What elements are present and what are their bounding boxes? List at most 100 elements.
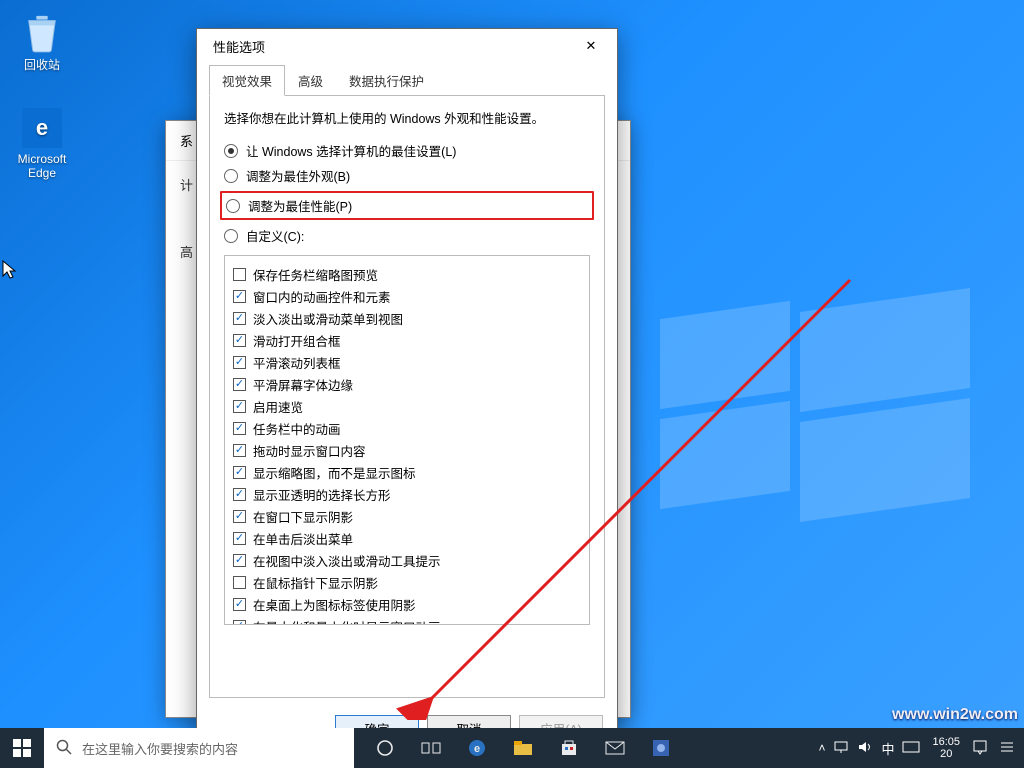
radio-label: 让 Windows 选择计算机的最佳设置(L)	[246, 141, 456, 160]
tab-dep[interactable]: 数据执行保护	[336, 65, 437, 96]
checkbox-item[interactable]: 平滑屏幕字体边缘	[233, 375, 581, 394]
checkbox-icon	[233, 400, 246, 413]
store-icon[interactable]	[558, 737, 580, 759]
keyboard-icon[interactable]	[902, 741, 920, 756]
desktop: 回收站 e Microsoft Edge 系 ✕ 计 高 性能选项 ✕ 视觉效果…	[0, 0, 1024, 768]
radio-custom[interactable]: 自定义(C):	[224, 226, 590, 245]
checkbox-label: 窗口内的动画控件和元素	[253, 287, 391, 306]
checkbox-item[interactable]: 窗口内的动画控件和元素	[233, 287, 581, 306]
dialog-title: 性能选项	[213, 37, 265, 56]
checkbox-item[interactable]: 任务栏中的动画	[233, 419, 581, 438]
checkbox-icon	[233, 598, 246, 611]
network-icon[interactable]	[833, 740, 849, 757]
dialog-description: 选择你想在此计算机上使用的 Windows 外观和性能设置。	[224, 108, 590, 127]
checkbox-item[interactable]: 在窗口下显示阴影	[233, 507, 581, 526]
checkbox-label: 在最大化和最小化时显示窗口动画	[253, 617, 441, 625]
checkbox-item[interactable]: 显示亚透明的选择长方形	[233, 485, 581, 504]
watermark-text: www.win2w.com	[892, 706, 1018, 724]
checkbox-icon	[233, 356, 246, 369]
edge-taskbar-icon[interactable]: e	[466, 737, 488, 759]
checkbox-label: 平滑屏幕字体边缘	[253, 375, 353, 394]
checkbox-item[interactable]: 滑动打开组合框	[233, 331, 581, 350]
bg-title: 系	[180, 131, 193, 150]
checkbox-label: 滑动打开组合框	[253, 331, 341, 350]
checkbox-icon	[233, 510, 246, 523]
checkbox-item[interactable]: 在视图中淡入淡出或滑动工具提示	[233, 551, 581, 570]
app-icon[interactable]	[650, 737, 672, 759]
radio-best-appearance[interactable]: 调整为最佳外观(B)	[224, 166, 590, 185]
cortana-circle-icon[interactable]	[374, 737, 396, 759]
checkbox-icon	[233, 290, 246, 303]
checkbox-item[interactable]: 显示缩略图，而不是显示图标	[233, 463, 581, 482]
taskbar-tray: ˄ 中 16:05 20	[808, 736, 1024, 760]
checkbox-icon	[233, 488, 246, 501]
close-button[interactable]: ✕	[571, 31, 611, 61]
visual-effects-checklist[interactable]: 保存任务栏缩略图预览窗口内的动画控件和元素淡入淡出或滑动菜单到视图滑动打开组合框…	[224, 255, 590, 625]
checkbox-icon	[233, 268, 246, 281]
notification-center-icon[interactable]	[972, 739, 988, 758]
checkbox-icon	[233, 554, 246, 567]
file-explorer-icon[interactable]	[512, 737, 534, 759]
taskbar-search[interactable]: 在这里输入你要搜索的内容	[44, 728, 354, 768]
checkbox-item[interactable]: 保存任务栏缩略图预览	[233, 265, 581, 284]
checkbox-icon	[233, 444, 246, 457]
start-button[interactable]	[0, 728, 44, 768]
checkbox-label: 平滑滚动列表框	[253, 353, 341, 372]
checkbox-label: 启用速览	[253, 397, 303, 416]
checkbox-item[interactable]: 在单击后淡出菜单	[233, 529, 581, 548]
desktop-icon-edge[interactable]: e Microsoft Edge	[8, 108, 76, 180]
radio-best-performance[interactable]: 调整为最佳性能(P)	[220, 191, 594, 220]
taskbar-pinned-apps: e	[364, 728, 682, 768]
checkbox-label: 显示缩略图，而不是显示图标	[253, 463, 416, 482]
checkbox-label: 任务栏中的动画	[253, 419, 341, 438]
checkbox-icon	[233, 576, 246, 589]
checkbox-item[interactable]: 在桌面上为图标标签使用阴影	[233, 595, 581, 614]
radio-let-windows-choose[interactable]: 让 Windows 选择计算机的最佳设置(L)	[224, 141, 590, 160]
taskbar: 在这里输入你要搜索的内容 e ˄ 中 16:05 20	[0, 728, 1024, 768]
radio-label: 自定义(C):	[246, 226, 304, 245]
radio-label: 调整为最佳性能(P)	[248, 196, 352, 215]
checkbox-item[interactable]: 在最大化和最小化时显示窗口动画	[233, 617, 581, 625]
tab-advanced[interactable]: 高级	[285, 65, 336, 96]
wallpaper-windows-logo	[660, 290, 980, 510]
checkbox-icon	[233, 312, 246, 325]
windows-logo-icon	[13, 739, 31, 757]
volume-icon[interactable]	[857, 740, 873, 757]
edge-icon: e	[22, 108, 62, 148]
tab-panel-visual-effects: 选择你想在此计算机上使用的 Windows 外观和性能设置。 让 Windows…	[209, 95, 605, 698]
checkbox-label: 显示亚透明的选择长方形	[253, 485, 391, 504]
cursor-icon	[2, 260, 18, 280]
checkbox-label: 在视图中淡入淡出或滑动工具提示	[253, 551, 441, 570]
checkbox-label: 淡入淡出或滑动菜单到视图	[253, 309, 403, 328]
checkbox-item[interactable]: 平滑滚动列表框	[233, 353, 581, 372]
checkbox-icon	[233, 378, 246, 391]
dialog-tabs: 视觉效果 高级 数据执行保护	[209, 65, 605, 96]
clock-date: 20	[932, 748, 960, 760]
tray-chevron-icon[interactable]: ˄	[818, 741, 825, 755]
svg-text:e: e	[474, 743, 480, 755]
taskbar-clock[interactable]: 16:05 20	[932, 736, 960, 760]
ime-indicator[interactable]: 中	[881, 739, 894, 758]
checkbox-icon	[233, 334, 246, 347]
checkbox-label: 在单击后淡出菜单	[253, 529, 353, 548]
checkbox-item[interactable]: 在鼠标指针下显示阴影	[233, 573, 581, 592]
radio-icon	[224, 144, 238, 158]
checkbox-label: 保存任务栏缩略图预览	[253, 265, 378, 284]
checkbox-item[interactable]: 淡入淡出或滑动菜单到视图	[233, 309, 581, 328]
clock-time: 16:05	[932, 736, 960, 748]
checkbox-item[interactable]: 启用速览	[233, 397, 581, 416]
checkbox-label: 在鼠标指针下显示阴影	[253, 573, 378, 592]
checkbox-label: 在窗口下显示阴影	[253, 507, 353, 526]
desktop-icon-recycle-bin[interactable]: 回收站	[8, 12, 76, 73]
task-view-icon[interactable]	[420, 737, 442, 759]
checkbox-icon	[233, 532, 246, 545]
checkbox-icon	[233, 620, 246, 625]
tab-visual-effects[interactable]: 视觉效果	[209, 65, 285, 96]
checkbox-item[interactable]: 拖动时显示窗口内容	[233, 441, 581, 460]
checkbox-label: 在桌面上为图标标签使用阴影	[253, 595, 416, 614]
mail-icon[interactable]	[604, 737, 626, 759]
checkbox-icon	[233, 466, 246, 479]
radio-icon	[226, 199, 240, 213]
radio-icon	[224, 169, 238, 183]
list-icon[interactable]	[1000, 740, 1014, 757]
